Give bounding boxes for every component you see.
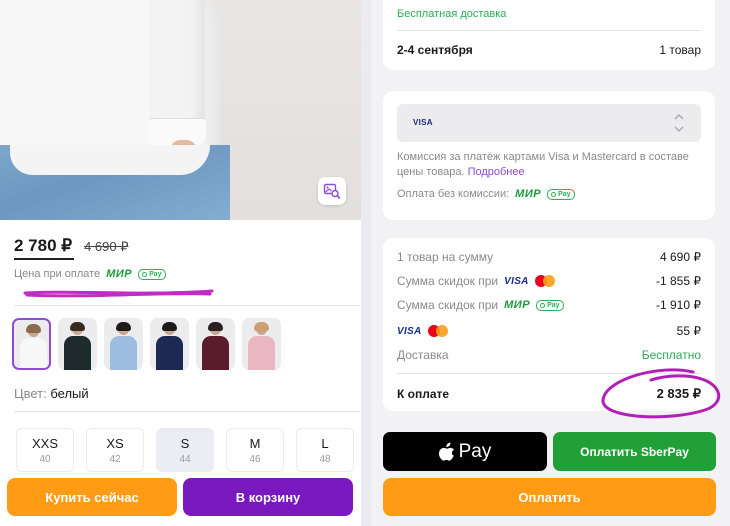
size-option[interactable]: S 44 xyxy=(156,428,214,472)
divider xyxy=(14,305,360,306)
image-search-icon[interactable] xyxy=(318,177,346,205)
mir-logo-icon: МИР xyxy=(106,268,133,280)
delivery-card: Бесплатная доставка 2-4 сентября 1 товар xyxy=(383,0,715,70)
size-name: L xyxy=(321,435,329,451)
select-chevron-icon xyxy=(673,112,685,136)
payment-note: Цена при оплате МИР Pay xyxy=(14,268,166,280)
summary-row-items: 1 товар на сумму 4 690 ₽ xyxy=(397,250,701,264)
size-number: 48 xyxy=(319,453,331,465)
size-name: M xyxy=(249,435,261,451)
size-option[interactable]: XS 42 xyxy=(86,428,144,472)
free-delivery-label: Бесплатная доставка xyxy=(397,8,507,20)
price-underline xyxy=(14,258,74,260)
pay-button[interactable]: Оплатить xyxy=(383,478,716,516)
no-fee-label: Оплата без комиссии: xyxy=(397,188,510,200)
pink-scribble xyxy=(23,289,214,298)
mastercard-icon xyxy=(427,325,448,337)
size-option[interactable]: XXS 40 xyxy=(16,428,74,472)
sberpay-button[interactable]: Оплатить SberPay xyxy=(553,432,716,471)
color-thumbnails xyxy=(12,318,281,370)
summary-row-card-discount: Сумма скидок при VISA -1 855 ₽ xyxy=(397,274,701,288)
add-to-cart-button[interactable]: В корзину xyxy=(183,478,353,516)
size-number: 44 xyxy=(179,453,191,465)
size-name: XXS xyxy=(31,435,58,451)
no-fee-row: Оплата без комиссии: МИР Pay xyxy=(397,188,575,200)
summary-row-mir-discount: Сумма скидок при МИР Pay -1 910 ₽ xyxy=(397,298,701,312)
product-photo[interactable] xyxy=(0,0,361,220)
more-info-link[interactable]: Подробнее xyxy=(468,166,525,178)
commission-text: Комиссия за платёж картами Visa и Master… xyxy=(397,151,689,178)
visa-icon: VISA xyxy=(397,325,422,337)
mastercard-icon xyxy=(534,275,555,287)
mir-pay-icon: Pay xyxy=(536,299,564,311)
summary-row-delivery: Доставка Бесплатно xyxy=(397,348,701,362)
price-old: 4 690 ₽ xyxy=(84,239,129,254)
card-select[interactable]: VISA xyxy=(397,104,701,142)
summary-row-card-fee: VISA 55 ₽ xyxy=(397,324,701,338)
delivery-dates: 2-4 сентября xyxy=(397,43,473,57)
delivery-count: 1 товар xyxy=(659,43,701,57)
size-name: S xyxy=(180,435,190,451)
buy-now-button[interactable]: Купить сейчас xyxy=(7,478,177,516)
payment-method-card: VISA Комиссия за платёж картами Visa и M… xyxy=(383,91,715,220)
color-thumbnail[interactable] xyxy=(150,318,189,370)
color-label: Цвет: белый xyxy=(14,386,89,401)
mir-pay-icon: Pay xyxy=(138,268,166,280)
size-option[interactable]: M 46 xyxy=(226,428,284,472)
color-thumbnail[interactable] xyxy=(58,318,97,370)
payment-note-label: Цена при оплате xyxy=(14,268,101,280)
color-thumbnail[interactable] xyxy=(104,318,143,370)
color-thumbnail[interactable] xyxy=(12,318,51,370)
price-row: 2 780 ₽ 4 690 ₽ xyxy=(14,236,129,256)
size-number: 46 xyxy=(249,453,261,465)
mir-logo-icon: МИР xyxy=(515,188,542,200)
mir-logo-icon: МИР xyxy=(504,299,531,311)
apple-icon xyxy=(438,442,454,461)
size-option[interactable]: L 48 xyxy=(296,428,354,472)
divider xyxy=(14,411,360,412)
price-current: 2 780 ₽ xyxy=(14,236,73,255)
product-panel: 2 780 ₽ 4 690 ₽ Цена при оплате МИР Pay … xyxy=(0,0,361,526)
size-number: 40 xyxy=(39,453,51,465)
color-value: белый xyxy=(50,386,89,401)
divider xyxy=(397,30,701,31)
color-thumbnail[interactable] xyxy=(196,318,235,370)
visa-icon: VISA xyxy=(413,118,433,127)
size-selector: XXS 40 XS 42 S 44 M 46 L 48 xyxy=(16,428,354,472)
visa-icon: VISA xyxy=(504,275,529,287)
apple-pay-button[interactable]: Pay xyxy=(383,432,547,471)
purple-circle-annotation xyxy=(601,368,721,419)
checkout-panel: Бесплатная доставка 2-4 сентября 1 товар… xyxy=(371,0,730,526)
size-number: 42 xyxy=(109,453,121,465)
mir-pay-icon: Pay xyxy=(547,188,575,200)
size-name: XS xyxy=(106,435,124,451)
apple-pay-label: Pay xyxy=(458,440,492,462)
color-thumbnail[interactable] xyxy=(242,318,281,370)
